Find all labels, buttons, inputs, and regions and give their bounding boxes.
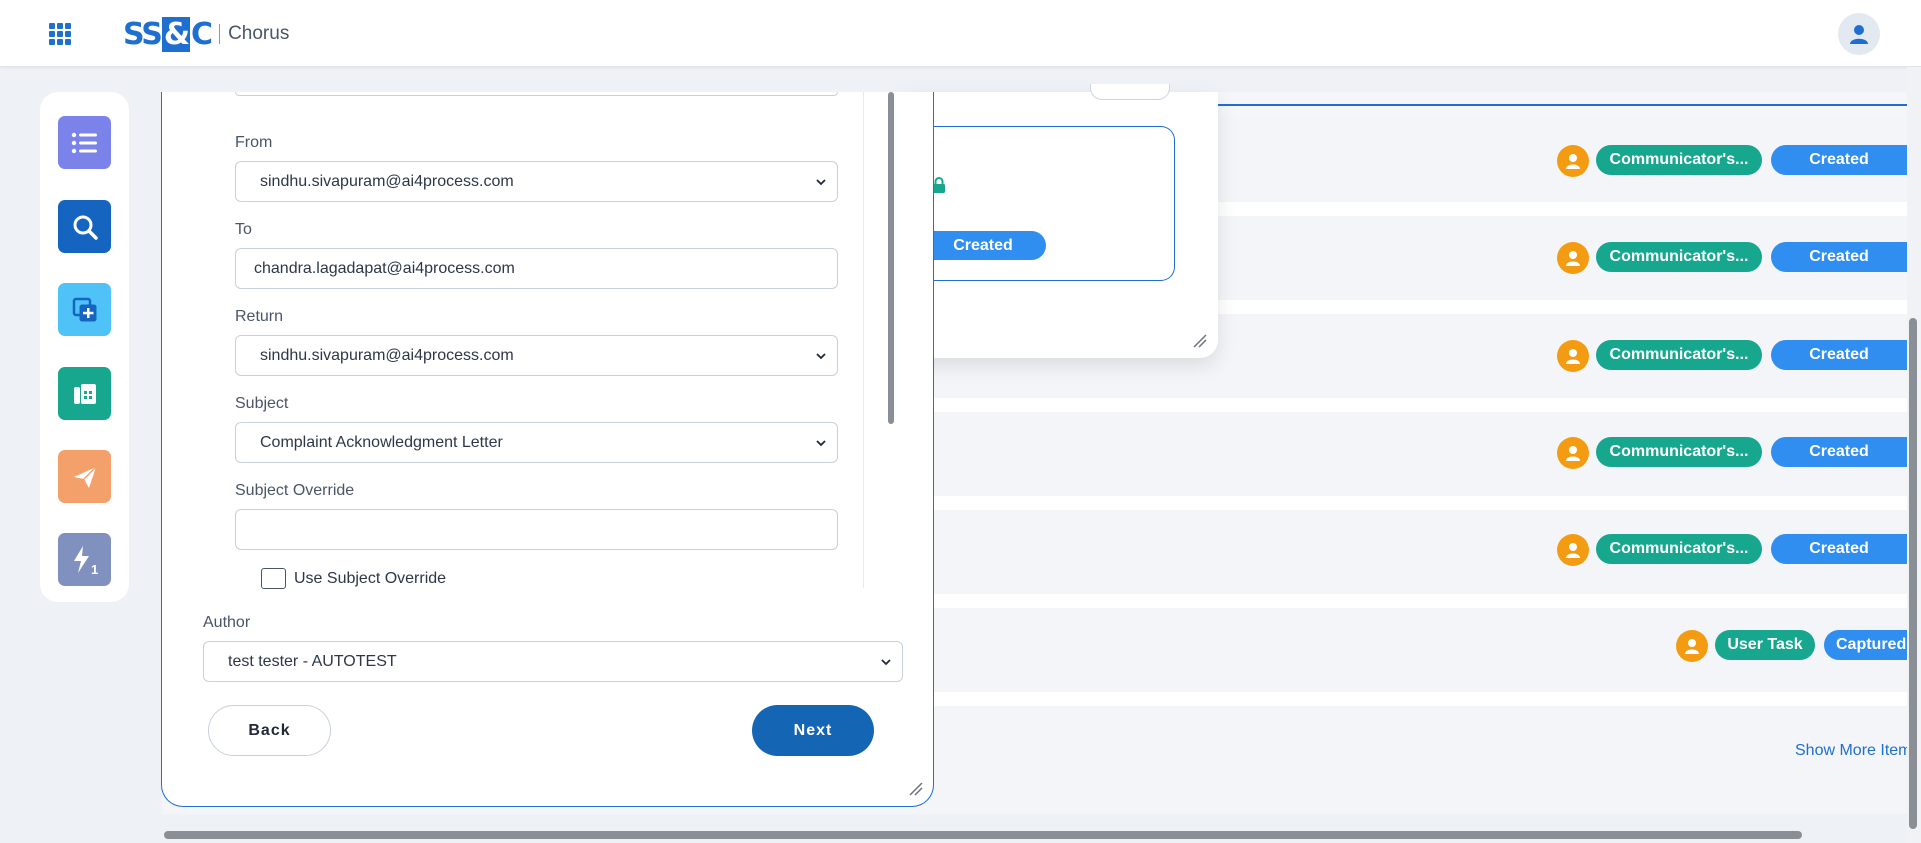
subject-label: Subject bbox=[235, 395, 289, 412]
create-nav-button[interactable] bbox=[58, 283, 111, 336]
person-badge bbox=[1557, 534, 1589, 566]
flash-icon: 1 bbox=[73, 545, 98, 576]
page-horizontal-scrollbar[interactable] bbox=[164, 831, 1802, 839]
list-icon bbox=[71, 132, 97, 153]
to-label: To bbox=[235, 221, 252, 238]
from-label: From bbox=[235, 134, 273, 151]
paper-plane-icon bbox=[73, 465, 97, 488]
svg-text:1: 1 bbox=[91, 562, 98, 576]
show-more-wrapper: Show More Items bbox=[1795, 742, 1907, 766]
from-value: sindhu.sivapuram@ai4process.com bbox=[260, 172, 514, 190]
status-pill: Created bbox=[1771, 437, 1907, 467]
return-value: sindhu.sivapuram@ai4process.com bbox=[260, 346, 514, 364]
worklist-nav-button[interactable] bbox=[58, 116, 111, 169]
task-type-pill: Communicator's... bbox=[1596, 340, 1762, 370]
subject-override-input[interactable] bbox=[235, 509, 838, 550]
person-icon bbox=[1566, 154, 1580, 169]
preview-status-pill: Created bbox=[920, 231, 1046, 260]
task-type-pill: Communicator's... bbox=[1596, 242, 1762, 272]
fax-nav-button[interactable] bbox=[58, 367, 111, 420]
task-type-pill: Communicator's... bbox=[1596, 534, 1762, 564]
person-icon bbox=[1685, 639, 1699, 654]
task-type-pill: User Task bbox=[1715, 630, 1815, 660]
app-header: SS & C Chorus bbox=[0, 0, 1921, 67]
logo-divider bbox=[219, 24, 221, 44]
show-more-link[interactable]: Show More Items bbox=[1795, 742, 1907, 760]
subject-select[interactable]: Complaint Acknowledgment Letter bbox=[235, 422, 838, 463]
left-navigation: 1 bbox=[40, 92, 129, 602]
task-type-pill: Communicator's... bbox=[1596, 437, 1762, 467]
fax-icon bbox=[73, 383, 96, 404]
author-select[interactable]: test tester - AUTOTEST bbox=[203, 641, 903, 682]
previous-field-edge bbox=[235, 92, 838, 96]
chevron-down-icon bbox=[816, 440, 826, 447]
subject-override-label: Subject Override bbox=[235, 482, 355, 499]
search-icon bbox=[73, 215, 98, 240]
app-launcher-icon[interactable] bbox=[49, 23, 71, 45]
form-scrollbar[interactable] bbox=[888, 92, 894, 424]
user-avatar-button[interactable] bbox=[1838, 13, 1880, 55]
person-icon bbox=[1566, 349, 1580, 364]
return-label: Return bbox=[235, 308, 284, 325]
use-subject-override-checkbox[interactable] bbox=[261, 568, 286, 589]
send-nav-button[interactable] bbox=[58, 450, 111, 503]
page-vertical-scrollbar[interactable] bbox=[1909, 318, 1917, 829]
return-select[interactable]: sindhu.sivapuram@ai4process.com bbox=[235, 335, 838, 376]
from-select[interactable]: sindhu.sivapuram@ai4process.com bbox=[235, 161, 838, 202]
back-button[interactable]: Back bbox=[208, 705, 331, 756]
resize-handle-icon[interactable] bbox=[909, 782, 923, 796]
person-badge bbox=[1557, 242, 1589, 274]
list-header-divider bbox=[1218, 104, 1907, 106]
person-icon bbox=[1566, 251, 1580, 266]
person-badge bbox=[1676, 630, 1708, 662]
search-nav-button[interactable] bbox=[58, 200, 111, 253]
subject-value: Complaint Acknowledgment Letter bbox=[260, 433, 503, 451]
chevron-down-icon bbox=[816, 353, 826, 360]
to-input[interactable]: chandra.lagadapat@ai4process.com bbox=[235, 248, 838, 289]
author-value: test tester - AUTOTEST bbox=[228, 652, 397, 670]
user-icon bbox=[1850, 25, 1868, 44]
status-pill: Created bbox=[1771, 242, 1907, 272]
person-icon bbox=[1566, 446, 1580, 461]
add-document-icon bbox=[72, 297, 96, 321]
status-pill: Captured bbox=[1824, 630, 1907, 660]
task-type-pill: Communicator's... bbox=[1596, 145, 1762, 175]
status-pill: Created bbox=[1771, 340, 1907, 370]
to-value: chandra.lagadapat@ai4process.com bbox=[254, 259, 515, 277]
flash-nav-button[interactable]: 1 bbox=[58, 533, 111, 586]
preview-tab-button[interactable] bbox=[1090, 84, 1170, 100]
person-badge bbox=[1557, 340, 1589, 372]
resize-handle-icon[interactable] bbox=[1193, 334, 1207, 348]
status-pill: Created bbox=[1771, 145, 1907, 175]
author-label: Author bbox=[203, 614, 251, 631]
person-badge bbox=[1557, 437, 1589, 469]
next-button[interactable]: Next bbox=[752, 705, 874, 756]
chevron-down-icon bbox=[816, 179, 826, 186]
person-icon bbox=[1566, 543, 1580, 558]
app-logo[interactable]: SS & C Chorus bbox=[123, 14, 289, 54]
status-pill: Created bbox=[1771, 534, 1907, 564]
product-name: Chorus bbox=[228, 23, 290, 44]
chevron-down-icon bbox=[881, 659, 891, 666]
ssc-logo: SS & C bbox=[123, 16, 213, 52]
person-badge bbox=[1557, 145, 1589, 177]
use-subject-override-label: Use Subject Override bbox=[294, 570, 447, 587]
